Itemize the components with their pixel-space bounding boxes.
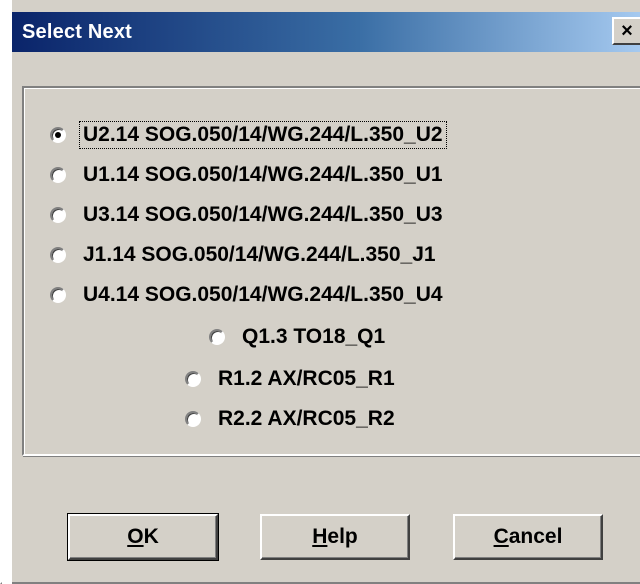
help-button[interactable]: Help <box>260 514 410 560</box>
radio-button[interactable] <box>50 287 66 303</box>
option-r1[interactable]: R1.2 AX/RC05_R1 <box>185 362 398 396</box>
option-u4[interactable]: U4.14 SOG.050/14/WG.244/L.350_U4 <box>50 278 446 312</box>
help-mnemonic: H <box>312 525 328 548</box>
option-label: U2.14 SOG.050/14/WG.244/L.350_U2 <box>79 121 447 149</box>
close-button[interactable]: × <box>612 17 640 45</box>
radio-button-checked[interactable] <box>50 127 66 143</box>
cancel-mnemonic: C <box>493 525 509 548</box>
option-label: R2.2 AX/RC05_R2 <box>218 407 395 430</box>
option-u2[interactable]: U2.14 SOG.050/14/WG.244/L.350_U2 <box>50 118 447 152</box>
option-u3[interactable]: U3.14 SOG.050/14/WG.244/L.350_U3 <box>50 198 446 232</box>
radio-button[interactable] <box>185 411 201 427</box>
option-label: J1.14 SOG.050/14/WG.244/L.350_J1 <box>83 243 436 266</box>
radio-button[interactable] <box>185 371 201 387</box>
option-label: U3.14 SOG.050/14/WG.244/L.350_U3 <box>83 203 443 226</box>
radio-button[interactable] <box>209 329 225 345</box>
cancel-button[interactable]: Cancel <box>453 514 603 560</box>
title-bar[interactable]: Select Next × <box>12 12 640 52</box>
option-u1[interactable]: U1.14 SOG.050/14/WG.244/L.350_U1 <box>50 158 446 192</box>
close-icon: × <box>621 19 633 42</box>
option-label: U1.14 SOG.050/14/WG.244/L.350_U1 <box>83 163 443 186</box>
option-r2[interactable]: R2.2 AX/RC05_R2 <box>185 402 398 436</box>
dialog-title: Select Next <box>22 20 133 43</box>
ok-label-rest: K <box>143 525 159 548</box>
select-next-dialog: Select Next × U2.14 SOG.050/14/WG.244/L.… <box>0 0 640 584</box>
ok-button[interactable]: OK <box>67 513 219 561</box>
option-j1[interactable]: J1.14 SOG.050/14/WG.244/L.350_J1 <box>50 238 439 272</box>
cancel-label-rest: ancel <box>508 525 563 548</box>
radio-button[interactable] <box>50 167 66 183</box>
option-q1[interactable]: Q1.3 TO18_Q1 <box>209 320 388 354</box>
ok-mnemonic: O <box>127 525 144 548</box>
radio-button[interactable] <box>50 247 66 263</box>
option-label: U4.14 SOG.050/14/WG.244/L.350_U4 <box>83 283 443 306</box>
option-label: Q1.3 TO18_Q1 <box>242 325 386 348</box>
help-label-rest: elp <box>327 525 358 548</box>
radio-button[interactable] <box>50 207 66 223</box>
option-label: R1.2 AX/RC05_R1 <box>218 367 395 390</box>
window-left-edge <box>2 0 12 584</box>
